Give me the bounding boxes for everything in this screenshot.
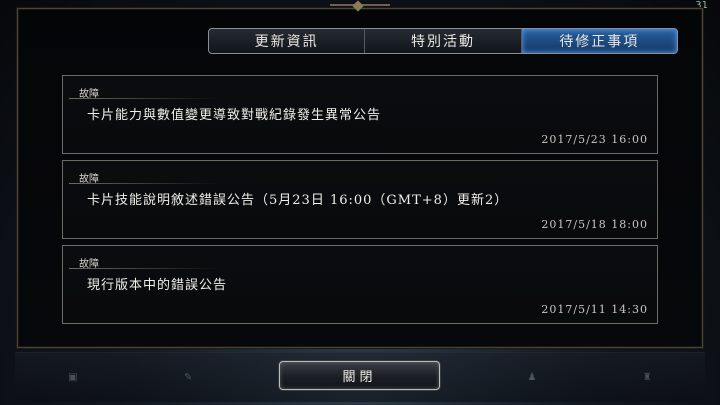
tab-updates[interactable]: 更新資訊 xyxy=(209,29,364,53)
background-nav-icon: ♜ xyxy=(642,372,652,383)
background-nav-icon: ♟ xyxy=(527,372,537,383)
background-nav-icon: ▣ xyxy=(68,372,78,383)
notice-item[interactable]: 故障 卡片技能說明敘述錯誤公告（5月23日 16:00（GMT+8）更新2） 2… xyxy=(62,160,658,239)
notice-title: 卡片技能說明敘述錯誤公告（5月23日 16:00（GMT+8）更新2） xyxy=(87,193,509,208)
notice-title: 現行版本中的錯誤公告 xyxy=(87,278,228,293)
notice-date: 2017/5/18 18:00 xyxy=(541,218,648,231)
tab-known-issues[interactable]: 待修正事項 xyxy=(520,29,677,53)
panel-ornament xyxy=(330,4,390,14)
background-nav-icon: ✎ xyxy=(183,372,193,383)
divider xyxy=(69,268,219,269)
notice-item[interactable]: 故障 卡片能力與數值變更導致對戰紀錄發生異常公告 2017/5/23 16:00 xyxy=(62,75,658,154)
tab-events[interactable]: 特別活動 xyxy=(364,29,520,53)
notice-title: 卡片能力與數值變更導致對戰紀錄發生異常公告 xyxy=(87,108,382,123)
divider xyxy=(69,183,219,184)
tab-bar: 更新資訊 特別活動 待修正事項 xyxy=(208,28,678,54)
notice-item[interactable]: 故障 現行版本中的錯誤公告 2017/5/11 14:30 xyxy=(62,245,658,324)
notice-date: 2017/5/11 14:30 xyxy=(541,303,648,316)
notice-date: 2017/5/23 16:00 xyxy=(541,133,648,146)
close-button[interactable]: 關閉 xyxy=(279,361,440,390)
divider xyxy=(69,98,219,99)
